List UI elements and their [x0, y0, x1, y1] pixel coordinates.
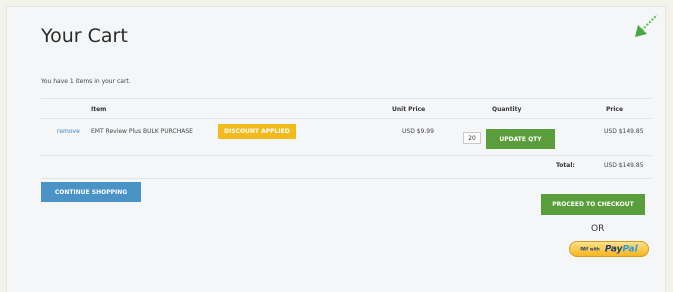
- line-price: USD $149.85: [604, 128, 644, 135]
- diagonal-arrow-icon: [635, 14, 658, 37]
- page-title: Your Cart: [41, 25, 128, 47]
- divider: [41, 178, 651, 179]
- cart-panel: Your Cart You have 1 items in your cart.…: [6, 6, 666, 292]
- remove-link[interactable]: remove: [57, 128, 80, 135]
- update-qty-button[interactable]: UPDATE QTY: [486, 129, 555, 149]
- paypal-logo-pal: Pal: [622, 244, 638, 255]
- divider: [41, 98, 651, 99]
- paypal-logo-pay: Pay: [604, 244, 623, 255]
- column-header-item: Item: [91, 106, 107, 113]
- column-header-price: Price: [606, 106, 624, 113]
- divider: [41, 155, 651, 156]
- paypal-prefix: PAY with: [580, 246, 600, 252]
- total-value: USD $149.85: [604, 162, 644, 169]
- discount-badge: DISCOUNT APPLIED: [218, 124, 296, 139]
- column-header-quantity: Quantity: [492, 106, 522, 113]
- continue-shopping-button[interactable]: CONTINUE SHOPPING: [41, 182, 141, 202]
- or-separator: OR: [591, 224, 605, 234]
- column-header-unit-price: Unit Price: [392, 106, 426, 113]
- proceed-to-checkout-button[interactable]: PROCEED TO CHECKOUT: [541, 194, 645, 215]
- divider: [41, 118, 651, 119]
- total-label: Total:: [556, 162, 575, 169]
- paypal-button[interactable]: PAY with PayPal: [569, 241, 649, 257]
- item-name: EMT Review Plus BULK PURCHASE: [91, 128, 193, 135]
- quantity-input[interactable]: [463, 132, 481, 144]
- cart-summary: You have 1 items in your cart.: [41, 78, 131, 85]
- unit-price: USD $9.99: [402, 128, 434, 135]
